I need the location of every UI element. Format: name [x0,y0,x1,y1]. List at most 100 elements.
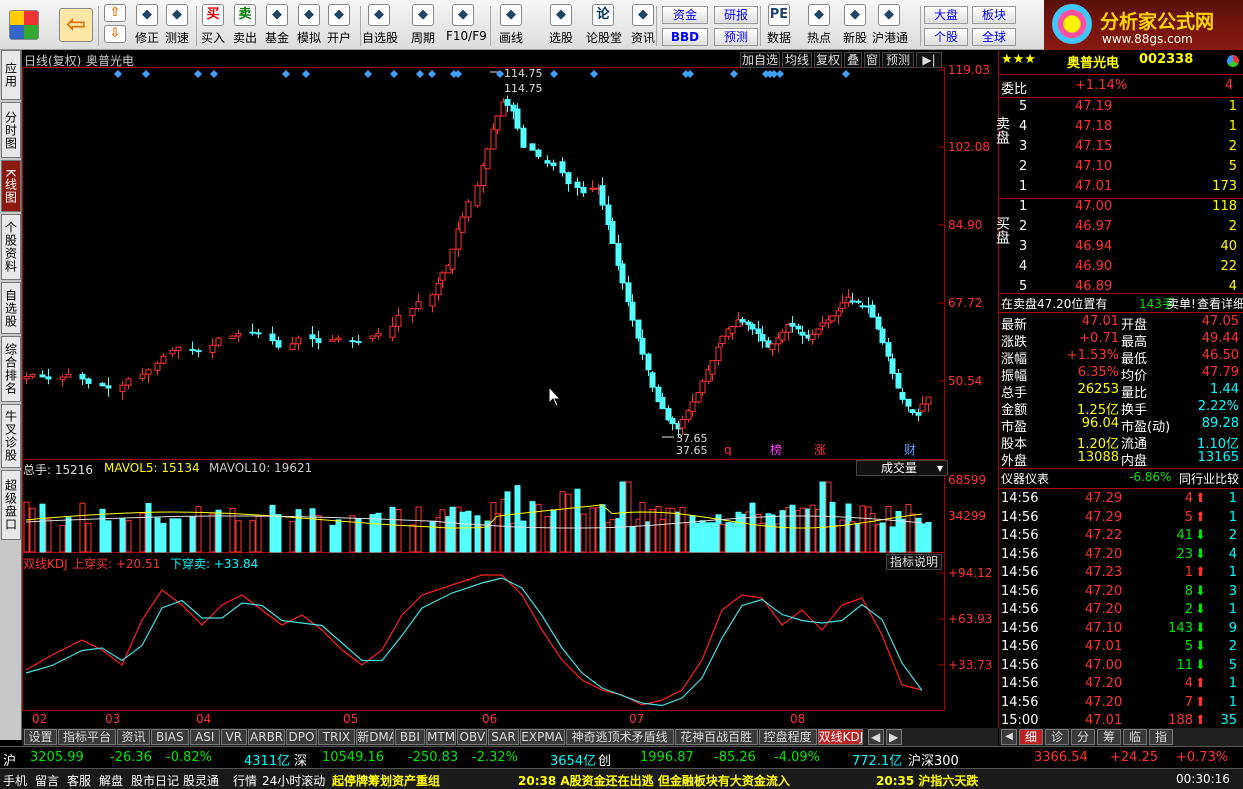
indicator-tab-2[interactable]: 资讯 [117,729,150,745]
stock-button[interactable]: 个股 [924,28,968,46]
选股-toolbar-button[interactable]: ◆ 选股 [544,4,578,48]
left-tab-2[interactable]: K线图 [1,160,21,212]
news-nav-item-6[interactable]: 行情 [233,772,257,789]
news-nav-item-2[interactable]: 客服 [67,772,91,789]
event-marker[interactable]: q [724,443,732,457]
forecast-button[interactable]: 预测 [714,28,758,46]
画线-toolbar-button[interactable]: ◆ 画线 [494,4,528,48]
沪港通-toolbar-button[interactable]: ◆ 沪港通 [872,4,908,48]
indicator-tab-12[interactable]: OBV [457,729,488,745]
candle-up [474,185,481,207]
news-nav-item-3[interactable]: 解盘 [99,772,123,789]
tabs-scroll-left-icon[interactable]: ◀ [867,729,884,745]
quote-tab-2[interactable]: 分 [1071,729,1095,745]
开户-toolbar-button[interactable]: ◆ 开户 [322,4,356,48]
back-arrow-icon[interactable]: ⇦ [56,4,96,48]
news-nav-item-0[interactable]: 手机 [3,772,27,789]
news-headline-3[interactable]: 20:35 沪指六天跌 [876,772,978,789]
left-tab-1[interactable]: 分时图 [1,102,21,158]
research-report-button[interactable]: 研报 [714,6,758,24]
indicator-tab-10[interactable]: BBI [394,729,425,745]
chart-top-button-1[interactable]: 均线 [782,52,812,68]
资讯-toolbar-button[interactable]: ◆ 资讯 [626,4,660,48]
indicator-tab-1[interactable]: 指标平台 [58,729,116,745]
修正-toolbar-button[interactable]: ◆ 修正 [130,4,164,48]
indicator-tab-14[interactable]: EXPMA [519,729,565,745]
tabs-scroll-right-icon[interactable]: ▶ [885,729,902,745]
chart-nav-arrow-icon[interactable]: ▶| [916,52,942,68]
left-tab-5[interactable]: 综合排名 [1,336,21,402]
indicator-tab-8[interactable]: TRIX [317,729,356,745]
quote-tab-5[interactable]: 指 [1149,729,1173,745]
indicator-tab-4[interactable]: ASI [189,729,220,745]
volume-bar-down [529,501,536,553]
news-nav-item-4[interactable]: 股市日记 [131,772,179,789]
chart-top-button-2[interactable]: 复权 [814,52,842,68]
基金-toolbar-button[interactable]: ◆ 基金 [260,4,294,48]
color-wheel-icon[interactable] [1227,55,1239,67]
indicator-tab-0[interactable]: 设置 [24,729,57,745]
left-tab-4[interactable]: 自选股 [1,282,21,334]
indicator-tab-7[interactable]: DPO [286,729,317,745]
模拟-toolbar-button[interactable]: ◆ 模拟 [292,4,326,48]
chart-svg[interactable]: 119.03 102.08 84.90 67.72 50.54 68599 34299 +94… [22,50,996,728]
news-nav-item-7[interactable]: 24小时滚动 [262,772,325,789]
论股堂-toolbar-button[interactable]: 论论股堂 [586,4,622,48]
indicator-tab-17[interactable]: 控盘程度 [758,729,817,745]
industry-compare-link[interactable]: 同行业比较 [1179,470,1239,487]
scroll-up-down-icon[interactable]: ⇧ ⇩ [102,4,128,48]
left-tab-7[interactable]: 超级盘口 [1,470,21,540]
left-tab-3[interactable]: 个股资料 [1,214,21,280]
indicator-tab-5[interactable]: VR [220,729,247,745]
market-button[interactable]: 大盘 [924,6,968,24]
left-tab-0[interactable]: 应用 [1,50,21,100]
chart-top-button-3[interactable]: 叠 [844,52,862,68]
卖出-toolbar-button[interactable]: 卖卖出 [228,4,262,48]
indicator-select[interactable]: 成交量 ▾ [856,460,948,476]
测速-toolbar-button[interactable]: ◆ 测速 [160,4,194,48]
news-nav-item-1[interactable]: 留言 [35,772,59,789]
kdj-axis-label: +94.12 [948,566,992,580]
event-marker[interactable]: 榜 [770,442,782,457]
quote-tab-0[interactable]: 细 [1019,729,1043,745]
chart-top-button-4[interactable]: 窗 [864,52,880,68]
news-headline-2[interactable]: 20:38 A股资金还在出逃 但金融板块有大资金流入 [518,772,790,789]
买入-toolbar-button[interactable]: 买买入 [196,4,230,48]
quote-tab-3[interactable]: 筹 [1097,729,1121,745]
F10/F9-toolbar-button[interactable]: ◆ F10/F9 [446,4,487,48]
volume-bar-down [599,504,606,553]
indicator-tab-9[interactable]: 新DMA [356,729,394,745]
indicator-tab-13[interactable]: SAR [488,729,519,745]
notice-detail-link[interactable]: 查看详细 [1197,295,1243,312]
global-button[interactable]: 全球 [972,28,1016,46]
news-nav-item-5[interactable]: 股灵通 [183,772,219,789]
indicator-tab-18[interactable]: 双线KDJ [817,729,863,745]
quote-panel: ★★★ 奥普光电 002338 委比 +1.14% 4 卖盘 5 47.19 1 4 47.18 1 3 4… [994,50,1243,746]
home-menu-icon[interactable] [6,4,42,48]
周期-toolbar-button[interactable]: ◆ 周期 [406,4,440,48]
left-tab-6[interactable]: 牛叉诊股 [1,404,21,468]
volume-bar-up [195,506,202,553]
indicator-tab-15[interactable]: 神奇逃顶术矛盾线 [565,729,674,745]
indicator-tab-11[interactable]: MTM [426,729,457,745]
quote-tab-1[interactable]: 诊 [1045,729,1069,745]
indicator-tab-3[interactable]: BIAS [151,729,189,745]
tab-prev-arrow-icon[interactable]: ◀ [1001,729,1017,745]
indicator-tab-16[interactable]: 花神百战百胜 [674,729,758,745]
quote-tab-4[interactable]: 临 [1123,729,1147,745]
news-headline-1[interactable]: 起停牌筹划资产重组 [332,772,440,789]
indicator-tab-6[interactable]: ARBR [247,729,286,745]
sector-button[interactable]: 板块 [972,6,1016,24]
数据-toolbar-button[interactable]: PE 数据 [762,4,796,48]
event-marker[interactable]: 财 [904,443,916,457]
indicator-help-button[interactable]: 指标说明 [886,554,942,570]
bbd-button[interactable]: BBD [662,28,708,46]
chart-top-button-5[interactable]: 预测 [882,52,914,68]
自选股-toolbar-button[interactable]: ◆ 自选股 [362,4,398,48]
chart-top-button-0[interactable]: 加自选 [740,52,780,68]
热点-toolbar-button[interactable]: ◆ 热点 [802,4,836,48]
event-marker[interactable]: 涨 [814,442,826,457]
kline-chart-area[interactable]: 119.03 102.08 84.90 67.72 50.54 68599 34299 +94… [22,50,996,728]
新股-toolbar-button[interactable]: ◆ 新股 [838,4,872,48]
fund-flow-button[interactable]: 资金 [662,6,708,24]
